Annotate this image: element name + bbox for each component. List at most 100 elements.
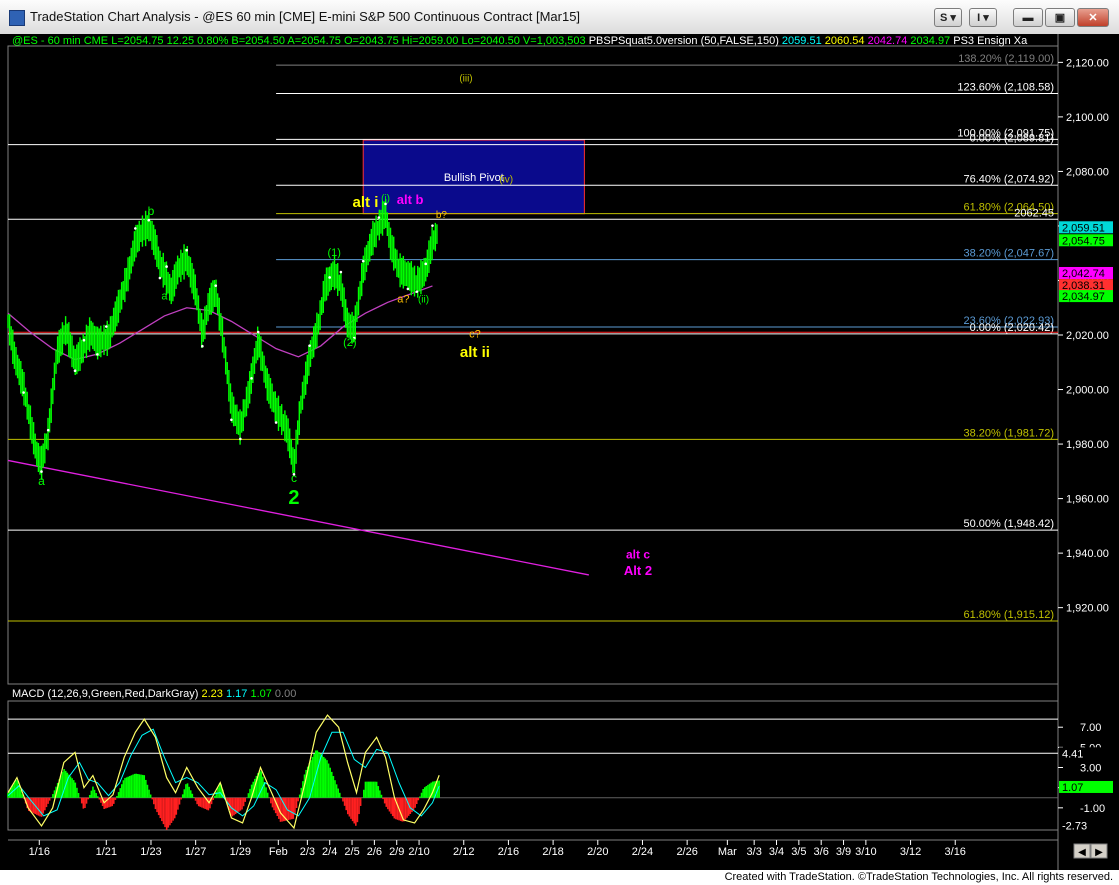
macd-flag-label: -2.73 xyxy=(1062,820,1087,832)
macd-flag-label: 1.07 xyxy=(1062,782,1083,794)
macd-legend-value: 1.17 xyxy=(223,688,247,700)
macd-legend-value: 0.00 xyxy=(272,688,296,700)
swing-high-marker xyxy=(165,265,168,268)
swing-high-marker xyxy=(185,248,189,252)
swing-low-marker xyxy=(40,470,43,473)
price-flag-label: 2,054.75 xyxy=(1062,235,1105,247)
swing-high-marker xyxy=(214,284,218,287)
legend-study: PBSPSquat5.0version (50,FALSE,150) xyxy=(586,35,779,47)
minimize-icon[interactable]: ▬ xyxy=(1013,8,1043,27)
wave-label: c xyxy=(291,471,297,485)
fib-level-label: 76.40% (2,074.92) xyxy=(963,173,1054,185)
date-tick-label: 3/5 xyxy=(791,846,806,858)
swing-high-marker xyxy=(134,227,137,230)
swing-low-marker xyxy=(22,391,25,394)
swing-high-marker xyxy=(82,338,86,342)
wave-label: b xyxy=(148,204,155,218)
price-flag-label: 2,042.74 xyxy=(1062,268,1105,280)
macd-y-tick-label: -1.00 xyxy=(1080,803,1105,815)
wave-label: (1) xyxy=(327,247,340,259)
wave-label: a xyxy=(38,474,45,488)
date-tick-label: 2/3 xyxy=(300,846,315,858)
swing-high-marker xyxy=(104,325,108,328)
fib-level-label: 61.80% (1,915.12) xyxy=(963,609,1054,621)
i-menu-label: I xyxy=(977,12,981,24)
y-tick-label: 2,000.00 xyxy=(1066,385,1109,397)
date-tick-label: 2/12 xyxy=(453,846,474,858)
date-tick-label: 3/6 xyxy=(814,846,829,858)
wave-label: (iii) xyxy=(459,73,472,84)
s-menu-button[interactable]: S ▾ xyxy=(934,8,962,27)
date-tick-label: 2/20 xyxy=(587,846,608,858)
legend-item: 12.25 xyxy=(164,35,195,47)
macd-y-tick-label: 3.00 xyxy=(1080,763,1101,775)
date-tick-label: 2/16 xyxy=(498,846,519,858)
legend-item: O=2043.75 xyxy=(341,35,399,47)
fib-level-label: 123.60% (2,108.58) xyxy=(957,81,1054,93)
macd-signal-line xyxy=(7,728,440,817)
swing-low-marker xyxy=(73,369,77,373)
swing-high-marker xyxy=(250,377,253,380)
macd-pane: MACD (12,26,9,Green,Red,DarkGray) 2.23 1… xyxy=(7,688,1113,832)
swing-low-marker xyxy=(201,344,204,348)
chart-svg[interactable]: @ES - 60 min CME L=2054.75 12.25 0.80% B… xyxy=(0,34,1119,870)
y-tick-label: 2,080.00 xyxy=(1066,166,1109,178)
close-icon[interactable]: ✕ xyxy=(1077,8,1109,27)
swing-high-marker xyxy=(308,344,311,347)
wave-label: a xyxy=(161,291,168,303)
macd-legend-value: 2.23 xyxy=(198,688,222,700)
date-tick-label: 1/21 xyxy=(96,846,117,858)
date-tick-label: 3/16 xyxy=(945,846,966,858)
swing-low-marker xyxy=(415,290,419,293)
date-tick-label: 2/18 xyxy=(542,846,563,858)
date-tick-label: 3/9 xyxy=(836,846,851,858)
y-tick-label: 2,100.00 xyxy=(1066,112,1109,124)
maximize-icon[interactable]: ▣ xyxy=(1045,8,1075,27)
chart-area[interactable]: @ES - 60 min CME L=2054.75 12.25 0.80% B… xyxy=(0,34,1119,870)
wave-label: Alt 2 xyxy=(624,563,652,578)
legend-item: V=1,003,503 xyxy=(520,35,586,47)
legend-study-value: 2034.97 xyxy=(907,35,950,47)
wave-label: alt i xyxy=(353,194,379,211)
date-tick-label: 3/3 xyxy=(747,846,762,858)
swing-low-marker xyxy=(230,418,233,422)
y-tick-label: 1,940.00 xyxy=(1066,548,1109,560)
y-tick-label: 1,960.00 xyxy=(1066,494,1109,506)
swing-high-marker xyxy=(431,224,434,227)
swing-high-marker xyxy=(46,428,50,432)
wave-label: alt b xyxy=(397,192,424,207)
date-tick-label: 3/10 xyxy=(855,846,876,858)
date-tick-label: 2/24 xyxy=(632,846,653,858)
i-menu-button[interactable]: I ▾ xyxy=(969,8,997,27)
wave-label: (iv) xyxy=(499,174,513,185)
credit-text: Created with TradeStation. ©TradeStation… xyxy=(724,871,1113,883)
legend-item: L=2054.75 xyxy=(108,35,163,47)
swing-low-marker xyxy=(158,276,162,280)
magenta-trendline xyxy=(7,459,589,576)
price-flag-label: 2,059.51 xyxy=(1062,222,1105,234)
date-tick-label: 2/10 xyxy=(408,846,429,858)
wave-label: a? xyxy=(397,293,409,305)
swing-high-marker xyxy=(147,218,151,222)
fib-level-label: 2062.45 xyxy=(1014,207,1054,219)
date-tick-label: 2/26 xyxy=(676,846,697,858)
date-axis: 1/16 1/21 1/23 1/27 1/29 Feb 2/3 2/4 2/5 2/6 2/9 2/… xyxy=(8,839,1108,859)
swing-low-marker xyxy=(239,437,242,441)
status-bar: Created with TradeStation. ©TradeStation… xyxy=(0,870,1119,885)
y-tick-label: 2,120.00 xyxy=(1066,57,1109,69)
swing-high-marker xyxy=(328,276,332,279)
y-tick-label: 1,920.00 xyxy=(1066,603,1109,615)
legend-study-value: 2059.51 xyxy=(779,35,822,47)
legend-item: Lo=2040.50 xyxy=(458,35,519,47)
date-tick-label: Feb xyxy=(269,846,288,858)
y-tick-label: 2,020.00 xyxy=(1066,330,1109,342)
fib-level-label: 138.20% (2,119.00) xyxy=(958,53,1054,65)
macd-legend: MACD (12,26,9,Green,Red,DarkGray) 2.23 1… xyxy=(12,688,296,700)
legend-study-value: 2060.54 xyxy=(822,35,865,47)
wave-label: (2) xyxy=(343,337,356,349)
legend-item: @ES - 60 min CME xyxy=(12,35,108,47)
swing-high-marker xyxy=(256,330,260,334)
date-tick-label: 1/16 xyxy=(29,846,50,858)
wave-label: 2 xyxy=(288,487,299,509)
macd-y-tick-label: 7.00 xyxy=(1080,722,1101,734)
